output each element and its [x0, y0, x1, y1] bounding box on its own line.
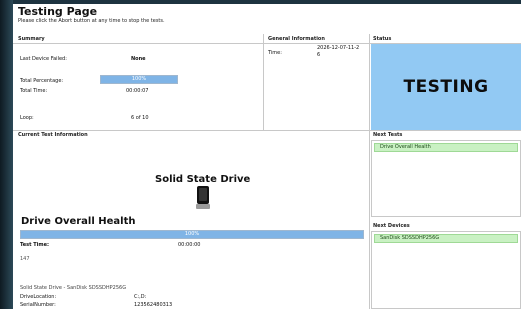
device-line: Solid State Drive - SanDisk SDSSDHP256G: [20, 285, 127, 291]
next-tests-heading: Next Tests: [373, 132, 403, 138]
general-info-heading: General Information: [268, 36, 325, 42]
last-failed-label: Last Device Failed:: [20, 56, 67, 62]
page-subtitle: Please click the Abort button at any tim…: [18, 18, 165, 24]
current-test-heading: Current Test Information: [18, 132, 88, 138]
status-indicator: TESTING: [371, 44, 521, 130]
divider-horizontal: [13, 130, 521, 131]
loop-value: 6 of 10: [131, 115, 149, 121]
divider-main-right: [369, 34, 370, 309]
status-value: TESTING: [403, 77, 489, 97]
page-title: Testing Page: [18, 5, 98, 18]
test-extra: 147: [20, 256, 30, 262]
test-progress-text: 100%: [184, 231, 200, 237]
monitor-bezel: [0, 0, 13, 309]
summary-heading: Summary: [18, 36, 45, 42]
device-title: Solid State Drive: [155, 174, 251, 185]
test-time-label: Test Time:: [20, 242, 49, 248]
next-devices-list[interactable]: SanDisk SDSSDHP256G: [371, 231, 521, 309]
total-progress-bar: 100%: [100, 75, 178, 84]
serial-value: 123562480313: [134, 302, 173, 308]
drive-location-value: C:,D:: [134, 294, 147, 300]
total-progress-text: 100%: [131, 76, 147, 82]
section-header-row: [13, 34, 521, 44]
divider-summary-general: [263, 34, 264, 130]
loop-label: Loop:: [20, 115, 34, 121]
total-time-label: Total Time:: [20, 88, 48, 94]
testing-window: Testing Page Please click the Abort butt…: [13, 4, 521, 309]
test-progress-bar: 100%: [20, 230, 364, 239]
next-devices-heading: Next Devices: [373, 223, 410, 229]
time-value-line2: 6: [317, 52, 321, 58]
total-time-value: 00:00:07: [126, 88, 149, 94]
ssd-drive-icon: [196, 186, 210, 209]
serial-label: SerialNumber:: [20, 302, 56, 308]
time-label: Time:: [268, 50, 282, 56]
drive-location-label: DriveLocation:: [20, 294, 57, 300]
last-failed-value: None: [131, 56, 146, 62]
test-title: Drive Overall Health: [21, 216, 136, 227]
next-device-item[interactable]: SanDisk SDSSDHP256G: [374, 234, 518, 243]
total-percentage-label: Total Percentage:: [20, 78, 64, 84]
next-tests-list[interactable]: Drive Overall Health: [371, 140, 521, 217]
next-test-item[interactable]: Drive Overall Health: [374, 143, 518, 152]
time-value-line1: 2026-12-07-11-2: [317, 45, 360, 51]
status-heading: Status: [373, 36, 392, 42]
test-time-value: 00:00:00: [178, 242, 201, 248]
